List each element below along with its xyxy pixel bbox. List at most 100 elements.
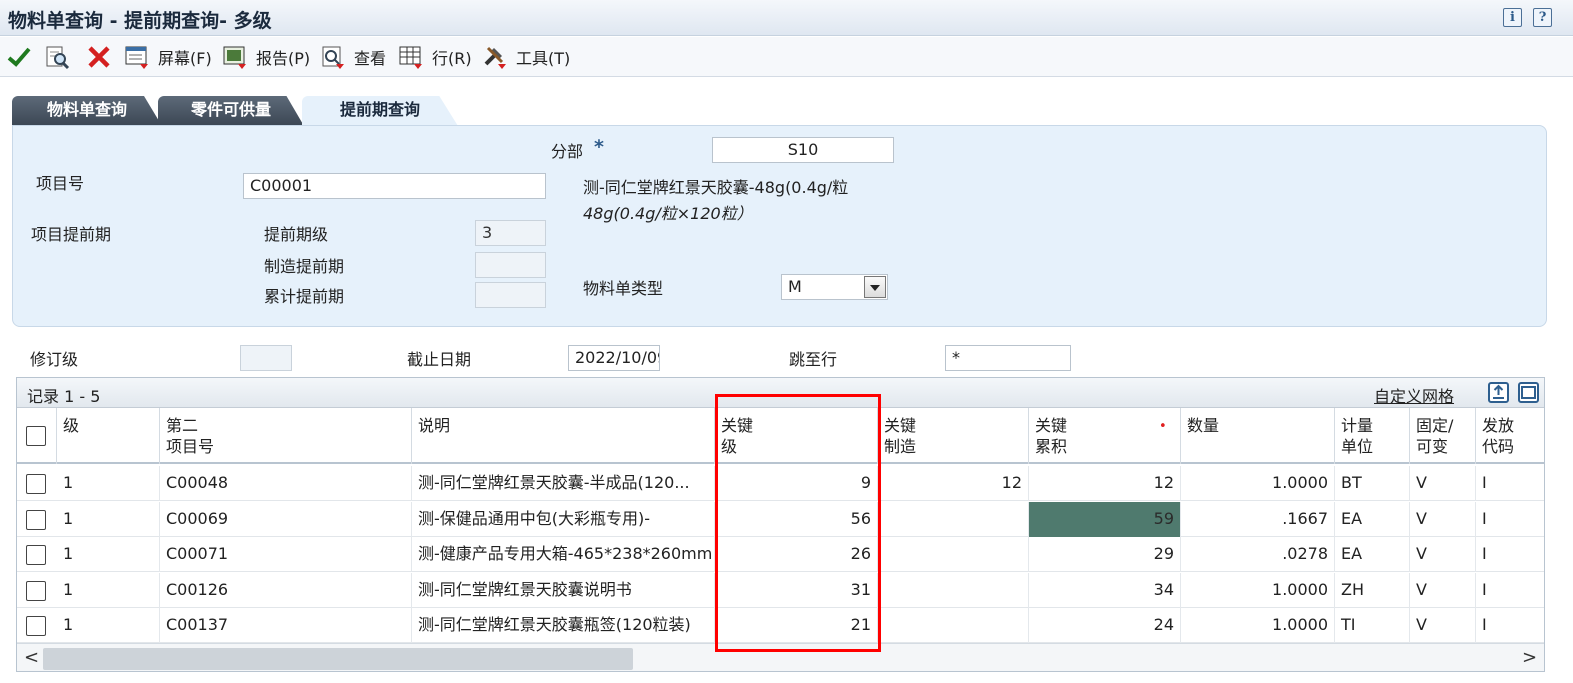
screen-menu[interactable]: 屏幕(F) [124,43,212,71]
row-menu[interactable]: 行(R) [398,43,472,71]
tab-leadtime-inquiry[interactable]: 提前期查询 [302,96,458,126]
maximize-icon[interactable] [1518,382,1539,403]
table-row[interactable]: 1 C00137 测-同仁堂牌红景天胶囊瓶签(120粒装) 21 24 1.00… [17,608,1544,643]
sort-marker-icon: • [1159,419,1167,434]
cell-critical-cum: 34 [1029,573,1181,608]
row-label: 行(R) [432,49,472,68]
screen-label: 屏幕(F) [158,49,212,68]
row-checkbox[interactable] [26,474,46,494]
cell-critical-cum: 29 [1029,537,1181,572]
detail-grid: 记录 1 - 5 自定义网格 级 第二 项目号 说明 关键级 关键 制造 关键 累积 … [16,377,1545,672]
cell-fixed-variable: V [1410,537,1476,572]
window-title: 物料单查询 - 提前期查询- 多级 [8,10,272,32]
export-icon[interactable] [1488,382,1509,403]
tab-bom-inquiry[interactable]: 物料单查询 [12,96,162,126]
cell-level: 1 [57,466,160,501]
row-checkbox[interactable] [26,581,46,601]
chevron-down-icon[interactable] [864,276,886,298]
help-icon[interactable]: ? [1533,8,1552,27]
cell-issue-code: I [1482,473,1487,492]
cancel-button[interactable] [86,43,112,71]
find-icon [44,44,70,70]
cell-critical-level: 21 [715,608,878,643]
branch-field[interactable]: S10 [712,137,894,163]
tools-menu[interactable]: 工具(T) [482,43,570,71]
table-row[interactable]: 1 C00048 测-同仁堂牌红景天胶囊-半成品(120... 9 12 12 … [17,466,1544,501]
cell-issue-code: I [1482,580,1487,599]
col-second-item[interactable]: 第二 项目号 [160,408,412,464]
view-icon [320,44,346,70]
customize-grid-link[interactable]: 自定义网格 [1374,383,1454,407]
col-critical-cum[interactable]: 关键 累积 • [1029,408,1181,464]
table-row[interactable]: 1 C00126 测-同仁堂牌红景天胶囊说明书 31 34 1.0000 ZH … [17,573,1544,608]
cell-critical-cum: 12 [1029,466,1181,501]
table-row[interactable]: 1 C00069 测-保健品通用中包(大彩瓶专用)- 56 59 .1667 E… [17,502,1544,537]
as-of-date-field[interactable]: 2022/10/09 [568,345,660,371]
cell-item: C00137 [160,608,412,643]
table-row[interactable]: 1 C00071 测-健康产品专用大箱-465*238*260mm 26 29 … [17,537,1544,572]
horizontal-scrollbar[interactable]: < > [17,643,1544,671]
cell-fixed-variable: V [1410,573,1476,608]
scroll-right-icon[interactable]: > [1522,649,1537,667]
cell-uom: EA [1335,537,1410,572]
grid-column-headers: 级 第二 项目号 说明 关键级 关键 制造 关键 累积 • 数量 计量 单位 固定/可变… [17,408,1544,464]
cell-fixed-variable: V [1410,502,1476,537]
checkmark-icon [6,44,32,70]
scroll-left-icon[interactable]: < [24,649,39,667]
leadtime-level-label: 提前期级 [264,225,329,244]
cell-critical-mfg: 12 [878,466,1029,501]
col-quantity[interactable]: 数量 [1181,408,1335,464]
cell-critical-level: 26 [715,537,878,572]
row-checkbox[interactable] [26,545,46,565]
bom-type-label: 物料单类型 [583,279,664,298]
revision-label: 修订级 [30,350,79,369]
find-button[interactable] [44,43,70,71]
item-leadtime-label: 项目提前期 [31,225,112,244]
cell-quantity: 1.0000 [1181,608,1335,643]
cum-leadtime-field [475,282,546,308]
cell-item: C00048 [160,466,412,501]
cell-critical-cum: 24 [1029,608,1181,643]
cell-critical-mfg [878,537,1029,572]
cell-critical-level: 9 [715,466,878,501]
cell-critical-level: 56 [715,502,878,537]
close-icon [86,44,112,70]
tools-label: 工具(T) [516,49,571,68]
select-all-checkbox[interactable] [26,426,46,446]
skip-to-row-label: 跳至行 [789,350,838,369]
row-grid-icon [398,44,424,70]
scroll-thumb[interactable] [43,648,633,670]
report-icon [222,44,248,70]
cum-leadtime-label: 累计提前期 [264,287,345,306]
bom-type-select[interactable]: M [781,274,888,300]
title-bar: 物料单查询 - 提前期查询- 多级 i ? [0,0,1573,36]
col-level[interactable]: 级 [57,408,160,464]
row-checkbox[interactable] [26,616,46,636]
revision-field[interactable] [240,345,292,371]
mfg-leadtime-label: 制造提前期 [264,257,345,276]
col-description[interactable]: 说明 [412,408,715,464]
report-menu[interactable]: 报告(P) [222,43,310,71]
col-critical-level[interactable]: 关键级 [715,408,878,464]
col-issue-code[interactable]: 发放 代码 [1476,408,1544,464]
cell-item: C00126 [160,573,412,608]
cell-description: 测-健康产品专用大箱-465*238*260mm [412,537,715,572]
cell-quantity: .1667 [1181,502,1335,537]
row-checkbox[interactable] [26,510,46,530]
cell-issue-code: I [1482,544,1487,563]
toolbar: 屏幕(F) 报告(P) 查看 行(R) 工具(T) [0,37,1573,77]
cell-quantity: 1.0000 [1181,573,1335,608]
cell-critical-mfg [878,502,1029,537]
col-uom[interactable]: 计量 单位 [1335,408,1410,464]
view-menu[interactable]: 查看 [320,43,386,71]
as-of-date-label: 截止日期 [407,350,472,369]
info-icon[interactable]: i [1503,8,1522,27]
skip-to-row-field[interactable]: * [945,345,1071,371]
item-number-field[interactable]: C00001 [243,173,546,199]
col-critical-mfg[interactable]: 关键 制造 [878,408,1029,464]
col-fixed-variable[interactable]: 固定/可变 [1410,408,1476,464]
tab-part-availability[interactable]: 零件可供量 [158,96,304,126]
ok-button[interactable] [6,43,32,71]
record-count: 记录 1 - 5 [27,387,101,406]
cell-critical-cum-selected[interactable]: 59 [1029,502,1181,537]
